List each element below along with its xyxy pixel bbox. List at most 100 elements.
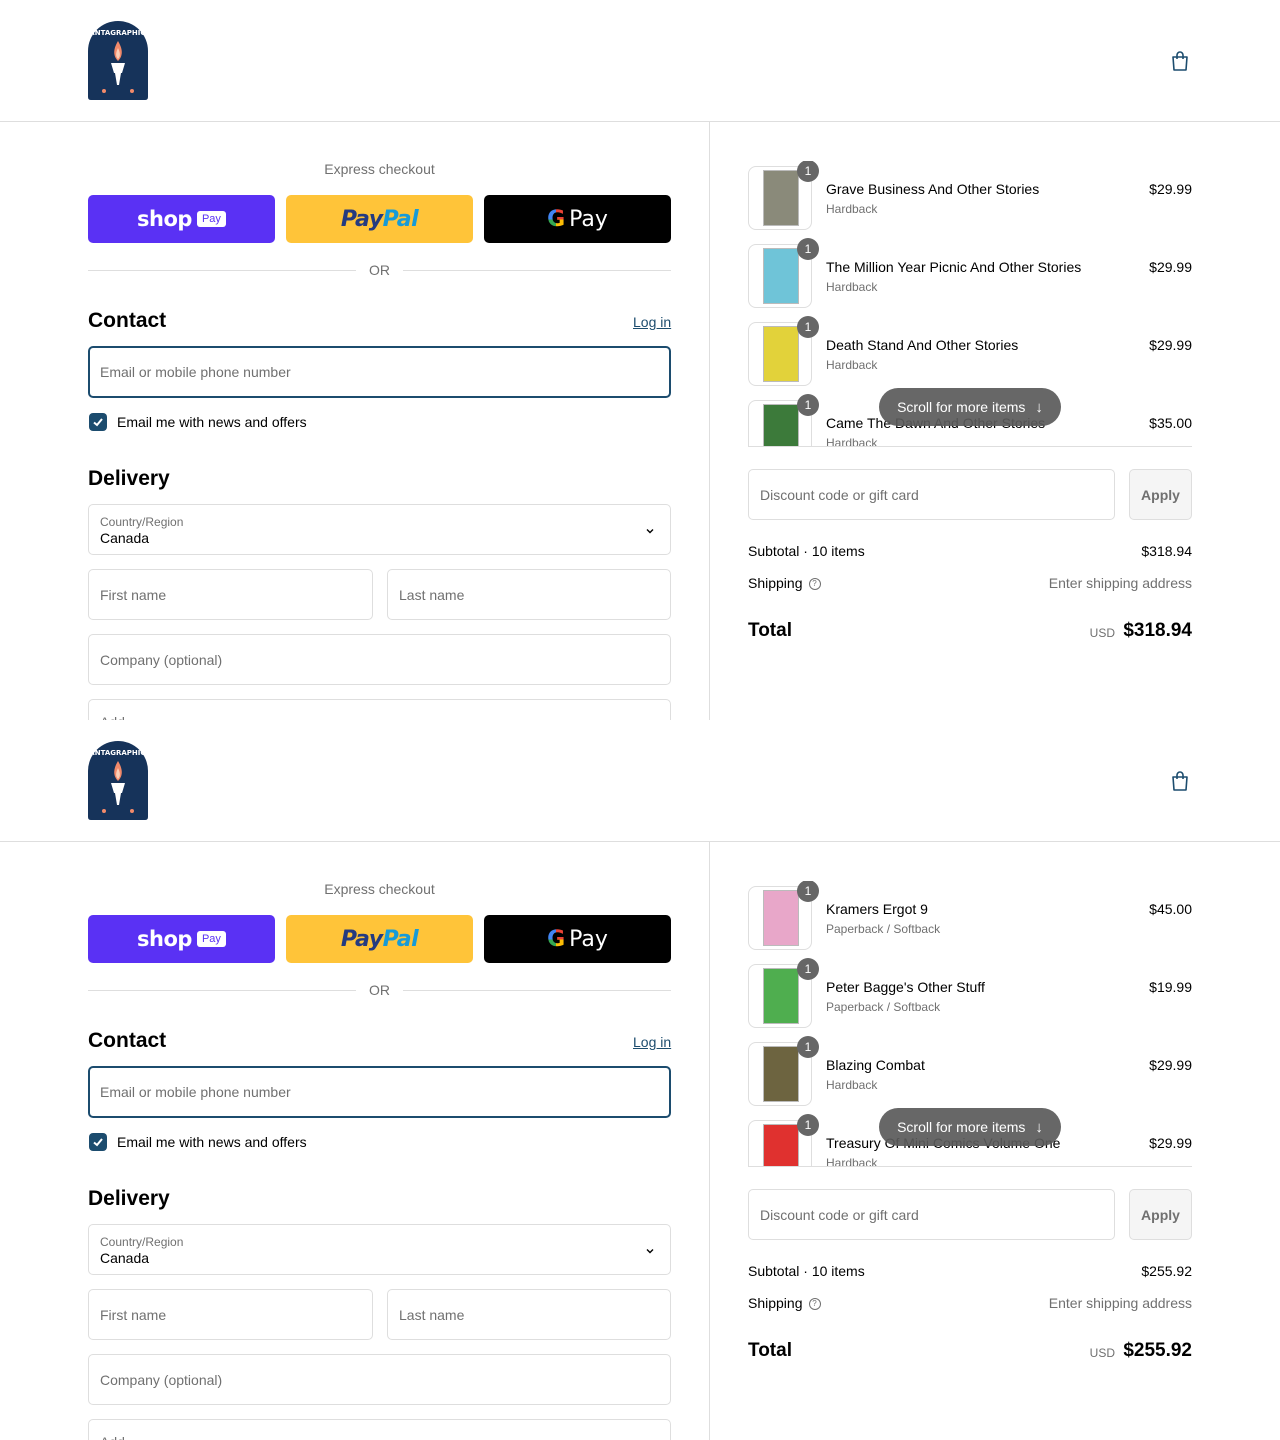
product-variant: Hardback <box>826 1156 878 1167</box>
google-pay-button[interactable]: G Pay <box>484 915 671 963</box>
product-price: $29.99 <box>1149 1135 1192 1151</box>
scroll-more-button[interactable]: Scroll for more items ↓ <box>879 388 1061 426</box>
shop-pay-logo: shop <box>137 927 192 951</box>
first-name-input[interactable]: First name <box>88 569 373 620</box>
shopping-bag-icon[interactable] <box>1168 49 1192 73</box>
shop-pay-logo: shop <box>137 207 192 231</box>
company-input[interactable]: Company (optional) <box>88 1354 671 1405</box>
total-value: $318.94 <box>1123 620 1192 641</box>
first-name-input[interactable]: First name <box>88 1289 373 1340</box>
paypal-button[interactable]: PayPal <box>286 915 473 963</box>
or-text: OR <box>369 982 390 998</box>
discount-input[interactable]: Discount code or gift card <box>748 1189 1115 1240</box>
quantity-badge: 1 <box>797 1114 819 1136</box>
product-name: Death Stand And Other Stories <box>826 337 1019 353</box>
email-input[interactable]: Email or mobile phone number <box>88 346 671 398</box>
shop-pay-button[interactable]: shop Pay <box>88 195 275 243</box>
paypal-logo-pay: Pay <box>340 206 383 232</box>
arrow-down-icon: ↓ <box>1035 398 1043 416</box>
checkout-view: FANTAGRAPHICS Express checkout shop Pay … <box>0 0 1280 720</box>
login-link[interactable]: Log in <box>633 1034 671 1050</box>
login-link[interactable]: Log in <box>633 314 671 330</box>
product-price: $45.00 <box>1149 901 1192 917</box>
shop-pay-badge: Pay <box>196 931 226 947</box>
last-name-input[interactable]: Last name <box>387 1289 671 1340</box>
checkmark-icon <box>93 418 103 427</box>
apply-button[interactable]: Apply <box>1129 1189 1192 1240</box>
or-text: OR <box>369 262 390 278</box>
apply-button[interactable]: Apply <box>1129 469 1192 520</box>
line-item: 1 Peter Bagge's Other Stuff Paperback / So… <box>748 958 1192 1028</box>
address-input[interactable]: Add <box>88 1419 671 1440</box>
book-cover <box>763 248 799 304</box>
scroll-more-button[interactable]: Scroll for more items ↓ <box>879 1108 1061 1146</box>
company-input[interactable]: Company (optional) <box>88 634 671 685</box>
quantity-badge: 1 <box>797 958 819 980</box>
product-price: $19.99 <box>1149 979 1192 995</box>
google-g-icon: G <box>547 206 566 232</box>
quantity-badge: 1 <box>797 238 819 260</box>
contact-heading: Contact <box>88 309 167 332</box>
help-icon[interactable]: ? <box>808 578 821 591</box>
book-cover <box>763 1124 799 1166</box>
shopping-bag-icon[interactable] <box>1168 769 1192 793</box>
last-name-input[interactable]: Last name <box>387 569 671 620</box>
currency-code: USD <box>1089 1346 1115 1360</box>
product-price: $29.99 <box>1149 337 1192 353</box>
scroll-hint-label: Scroll for more items <box>897 399 1026 415</box>
paypal-button[interactable]: PayPal <box>286 195 473 243</box>
checkmark-icon <box>93 1138 103 1147</box>
shipping-label-wrap: Shipping? <box>748 1295 821 1311</box>
google-pay-label: Pay <box>569 926 608 952</box>
newsletter-checkbox[interactable] <box>89 413 107 431</box>
google-pay-button[interactable]: G Pay <box>484 195 671 243</box>
paypal-logo-pal: Pal <box>382 206 419 232</box>
delivery-heading: Delivery <box>88 1187 170 1210</box>
google-pay-label: Pay <box>569 206 608 232</box>
column-divider <box>709 842 710 1440</box>
country-select[interactable]: Country/Region Canada <box>88 1224 671 1275</box>
product-variant: Hardback <box>826 358 878 372</box>
fantagraphics-logo[interactable]: FANTAGRAPHICS <box>88 21 148 100</box>
shipping-value: Enter shipping address <box>1048 575 1192 591</box>
total-value: $255.92 <box>1123 1340 1192 1361</box>
shop-pay-button[interactable]: shop Pay <box>88 915 275 963</box>
delivery-heading: Delivery <box>88 467 170 490</box>
line-item: 1 The Million Year Picnic And Other Stori… <box>748 238 1192 308</box>
logo-wordmark: FANTAGRAPHICS <box>88 29 148 37</box>
contact-heading: Contact <box>88 1029 167 1052</box>
book-cover <box>763 326 799 382</box>
line-item: 1 Grave Business And Other Stories Hardbac… <box>748 161 1192 230</box>
or-divider: OR <box>88 980 671 1000</box>
fantagraphics-logo[interactable]: FANTAGRAPHICS <box>88 741 148 820</box>
subtotal-value: $318.94 <box>1141 543 1192 559</box>
chevron-down-icon <box>646 529 654 534</box>
product-price: $29.99 <box>1149 181 1192 197</box>
quantity-badge: 1 <box>797 394 819 416</box>
shipping-label: Shipping <box>748 1295 803 1311</box>
email-input[interactable]: Email or mobile phone number <box>88 1066 671 1118</box>
paypal-logo-pay: Pay <box>340 926 383 952</box>
product-variant: Hardback <box>826 436 878 447</box>
currency-code: USD <box>1089 626 1115 640</box>
newsletter-label: Email me with news and offers <box>117 414 307 430</box>
line-item: 1 Blazing Combat Hardback $29.99 <box>748 1036 1192 1106</box>
scroll-hint-label: Scroll for more items <box>897 1119 1026 1135</box>
country-select[interactable]: Country/Region Canada <box>88 504 671 555</box>
shop-pay-badge: Pay <box>196 211 226 227</box>
checkout-view: FANTAGRAPHICS Express checkout shop Pay … <box>0 720 1280 1440</box>
newsletter-checkbox[interactable] <box>89 1133 107 1151</box>
help-icon[interactable]: ? <box>808 1298 821 1311</box>
paypal-logo: PayPal <box>340 926 419 952</box>
header: FANTAGRAPHICS <box>0 0 1280 122</box>
address-input[interactable]: Add <box>88 699 671 720</box>
subtotal-value: $255.92 <box>1141 1263 1192 1279</box>
paypal-logo: PayPal <box>340 206 419 232</box>
book-cover <box>763 170 799 226</box>
discount-input[interactable]: Discount code or gift card <box>748 469 1115 520</box>
country-label: Country/Region <box>100 515 184 529</box>
shipping-label-wrap: Shipping? <box>748 575 821 591</box>
subtotal-label: Subtotal · 10 items <box>748 543 865 559</box>
shipping-value: Enter shipping address <box>1048 1295 1192 1311</box>
quantity-badge: 1 <box>797 161 819 182</box>
